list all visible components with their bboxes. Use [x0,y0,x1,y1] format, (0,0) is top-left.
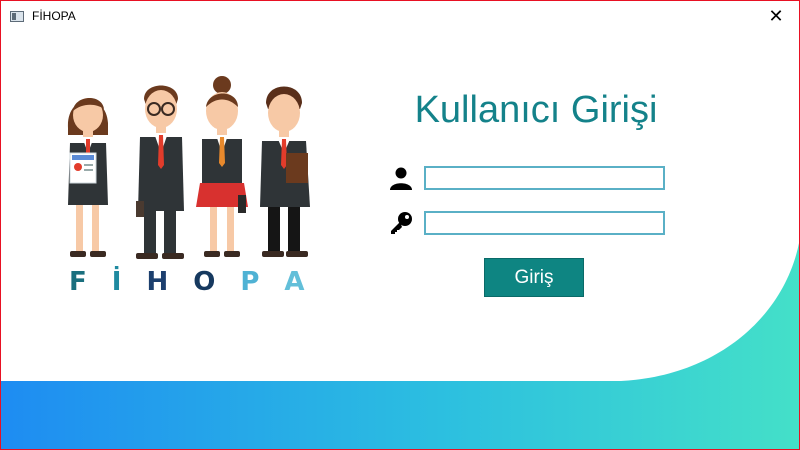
brand-letter: F [69,267,87,297]
user-icon [390,167,412,190]
brand-letter: İ [111,267,122,297]
close-icon: ✕ [768,5,784,26]
brand-logo: F İ H O P A [69,267,309,297]
login-window: FİHOPA ✕ F İ H O P A Kullanıcı Girişi Gi… [0,0,800,450]
brand-letter: P [240,267,260,297]
key-icon [391,212,412,234]
title-bar: FİHOPA ✕ [1,1,799,31]
app-icon [10,10,24,22]
window-title: FİHOPA [32,9,76,23]
brand-letter: H [146,267,169,297]
login-button[interactable]: Giriş [484,258,584,297]
close-button[interactable]: ✕ [753,1,799,31]
brand-letter: O [193,267,216,297]
username-input[interactable] [424,166,665,190]
person-man-glasses [136,85,184,259]
login-title: Kullanıcı Girişi [414,89,658,131]
team-illustration [67,76,310,259]
person-woman-tablet [67,97,108,257]
person-woman-bun [196,76,248,257]
password-input[interactable] [424,211,665,235]
person-man-folder [260,86,310,257]
brand-letter: A [284,267,305,297]
